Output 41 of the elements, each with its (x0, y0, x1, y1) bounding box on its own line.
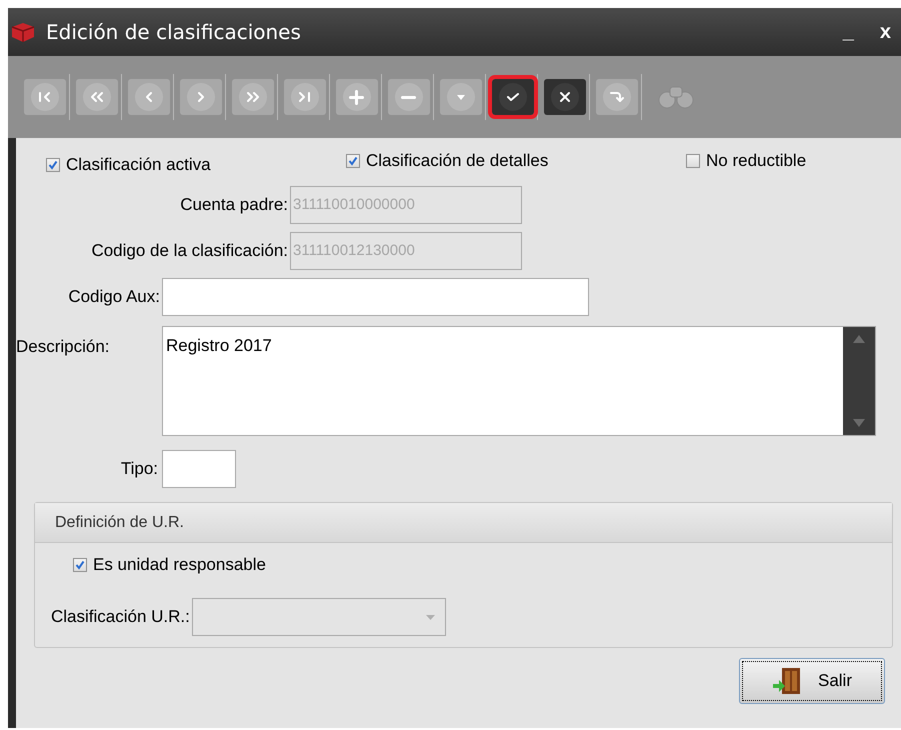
triangle-down-icon (456, 94, 464, 100)
field-label: Codigo de la clasificación: (90, 240, 288, 262)
curved-arrow-icon (610, 92, 624, 102)
field-label: Tipo: (120, 458, 159, 480)
close-icon (560, 92, 570, 102)
plus-icon (349, 90, 364, 104)
minimize-button[interactable]: _ (834, 17, 862, 47)
checkmark-icon (75, 560, 85, 570)
close-button[interactable]: x (872, 17, 891, 47)
toolbar-button[interactable] (544, 79, 586, 115)
checkbox[interactable] (346, 154, 360, 168)
checkbox-label: Clasificación activa (66, 154, 211, 176)
checkbox[interactable] (686, 154, 700, 168)
input-field[interactable] (162, 450, 236, 488)
text-area[interactable]: Registro 2017 (162, 326, 876, 436)
app-logo-icon (10, 21, 36, 43)
field-label: Descripción: (16, 336, 111, 358)
exit-button[interactable]: Salir (739, 658, 885, 704)
window-title: Edición de clasificaciones (46, 19, 302, 46)
dropdown-field[interactable] (192, 598, 446, 636)
double-left-arrow-icon (90, 92, 102, 102)
field-label: Cuenta padre: (179, 194, 288, 216)
input-field[interactable] (162, 278, 589, 316)
checkbox-label: Es unidad responsable (93, 554, 266, 576)
scrollbar[interactable] (843, 327, 875, 435)
last-record-icon (299, 92, 310, 102)
checkbox-label: No reductible (706, 150, 806, 172)
dropdown-arrow-icon (426, 614, 435, 620)
checkbox-label: Clasificación de detalles (366, 150, 548, 172)
scroll-up-icon[interactable] (853, 335, 865, 343)
field-label: Codigo Aux: (67, 286, 161, 308)
checkmark-icon (348, 156, 358, 166)
group-title: Definición de U.R. (55, 512, 184, 532)
checkbox[interactable] (46, 158, 60, 172)
checkbox[interactable] (73, 558, 87, 572)
field-label: Clasificación U.R.: (51, 606, 190, 628)
scroll-down-icon[interactable] (853, 419, 865, 427)
minus-icon (401, 96, 416, 98)
check-icon (506, 93, 518, 101)
checkmark-icon (48, 160, 58, 170)
first-record-icon (39, 92, 50, 102)
